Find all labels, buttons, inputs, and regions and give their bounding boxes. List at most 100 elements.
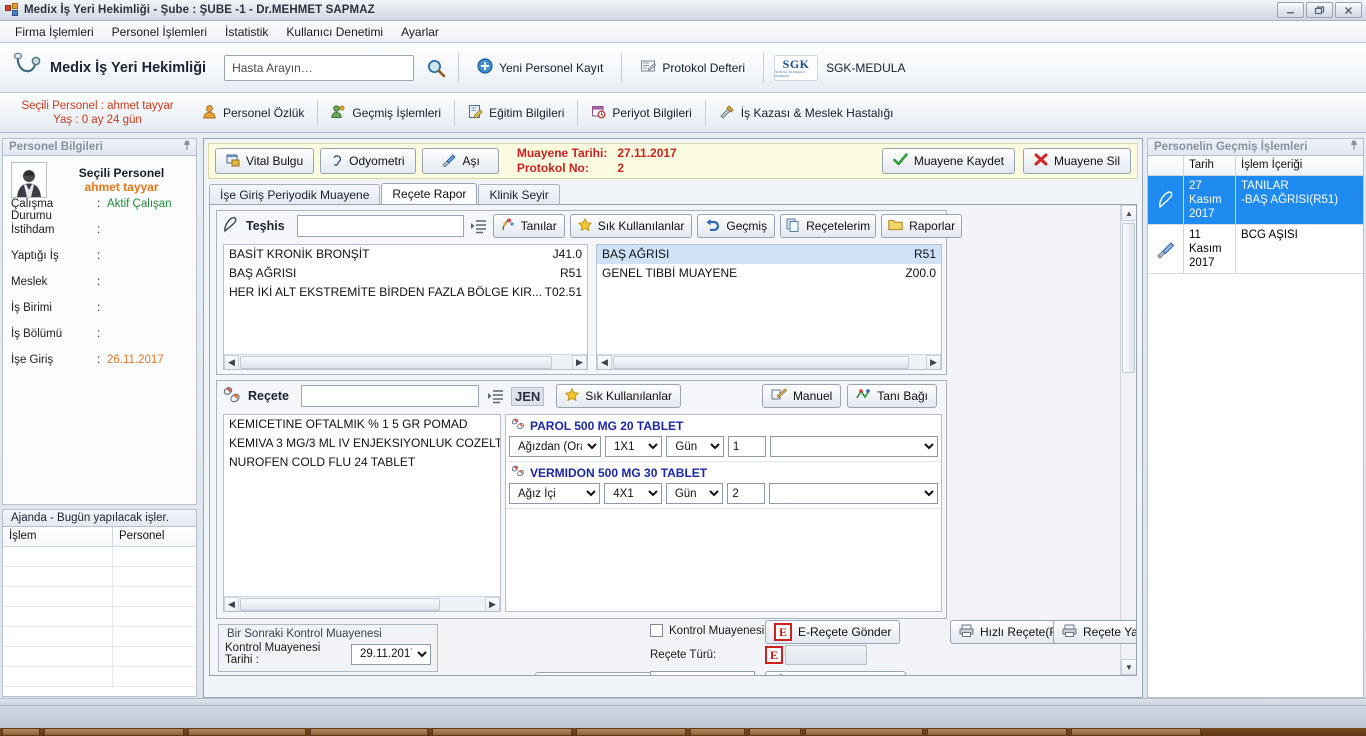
drug-route-select[interactable]: Ağızdan (Oral): [509, 436, 601, 457]
scrollbar-track[interactable]: [612, 355, 926, 369]
scroll-left-icon[interactable]: ◀: [224, 354, 239, 369]
tab-is-kazasi[interactable]: İş Kazası & Meslek Hastalığı: [712, 100, 901, 126]
tabpage-scrollbar[interactable]: ▲ ▼: [1120, 205, 1136, 675]
list-item[interactable]: GENEL TIBBİ MUAYENE Z00.0: [597, 264, 941, 283]
menu-item-istatistik[interactable]: İstatistik: [216, 23, 277, 41]
taskbar-item[interactable]: [690, 728, 745, 736]
table-row[interactable]: [3, 547, 196, 567]
list-item[interactable]: KEMICETINE OFTALMIK % 1 5 GR POMAD: [224, 415, 500, 434]
control-examination-checkbox[interactable]: [650, 624, 663, 637]
taskbar-item[interactable]: [44, 728, 184, 736]
scroll-right-icon[interactable]: ▶: [926, 354, 941, 369]
diagnosis-search-input[interactable]: [296, 215, 464, 237]
taskbar-item[interactable]: [927, 728, 1067, 736]
scroll-right-icon[interactable]: ▶: [485, 596, 500, 611]
vital-bulgu-button[interactable]: Vital Bulgu: [215, 148, 315, 174]
horizontal-scrollbar[interactable]: ◀ ▶: [224, 354, 587, 369]
add-to-agenda-button[interactable]: Ajandaya Ekle: [535, 672, 655, 675]
scroll-left-icon[interactable]: ◀: [597, 354, 612, 369]
drug-frequency-select[interactable]: 1X1: [605, 436, 663, 457]
sgk-medula-button[interactable]: SGK-MEDULA: [818, 57, 913, 79]
list-add-icon[interactable]: [485, 386, 505, 406]
table-row[interactable]: 27 Kasım 2017 TANILAR -BAŞ AĞRISI(R51): [1148, 176, 1363, 225]
table-row[interactable]: [3, 667, 196, 687]
diagnosis-selected-list[interactable]: BAŞ AĞRISI R51 GENEL TIBBİ MUAYENE Z00.0…: [596, 244, 942, 370]
personnel-history-table[interactable]: Tarih İşlem İçeriği 27 Kasım 2017 TANILA…: [1147, 155, 1364, 698]
scrollbar-thumb[interactable]: [240, 355, 552, 369]
new-personnel-button[interactable]: Yeni Personel Kayıt: [469, 54, 611, 81]
list-item[interactable]: BAŞ AĞRISI R51: [224, 264, 587, 283]
odyometri-button[interactable]: Odyometri: [320, 148, 416, 174]
gecmis-button[interactable]: Geçmiş: [697, 214, 776, 238]
list-item[interactable]: BASİT KRONİK BRONŞİT J41.0: [224, 245, 587, 264]
color-prescription-button[interactable]: Renkli Reçete Giriş: [765, 671, 906, 675]
delete-examination-button[interactable]: Muayene Sil: [1022, 148, 1131, 174]
scrollbar-thumb[interactable]: [613, 355, 909, 369]
search-input[interactable]: [224, 54, 415, 81]
taskbar-item[interactable]: [432, 728, 572, 736]
list-item[interactable]: HER İKİ ALT EKSTREMİTE BİRDEN FAZLA BÖLG…: [224, 283, 587, 302]
tab-personel-ozluk[interactable]: Personel Özlük: [195, 100, 311, 126]
taskbar-item[interactable]: [2, 728, 40, 736]
list-add-icon[interactable]: [470, 216, 487, 236]
scroll-up-icon[interactable]: ▲: [1121, 205, 1136, 221]
scroll-left-icon[interactable]: ◀: [224, 596, 239, 611]
scroll-down-icon[interactable]: ▼: [1121, 659, 1136, 675]
table-row[interactable]: [3, 567, 196, 587]
taskbar-item[interactable]: [188, 728, 306, 736]
menu-item-kullanici-denetimi[interactable]: Kullanıcı Denetimi: [277, 23, 392, 41]
drug-note-select[interactable]: [769, 436, 938, 457]
prescription-search-input[interactable]: [301, 385, 479, 407]
table-row[interactable]: [3, 607, 196, 627]
scrollbar-thumb[interactable]: [240, 597, 440, 611]
scrollbar-track[interactable]: [239, 355, 572, 369]
tab-egitim-bilgileri[interactable]: Eğitim Bilgileri: [461, 100, 571, 126]
minimize-button[interactable]: [1277, 2, 1304, 18]
horizontal-scrollbar[interactable]: ◀ ▶: [597, 354, 941, 369]
agenda-table[interactable]: İşlem Personel: [2, 527, 197, 697]
e-prescription-send-button[interactable]: E E-Reçete Gönder: [765, 620, 901, 644]
prescription-type-select[interactable]: Normal: [650, 671, 755, 675]
tab-periyot-bilgileri[interactable]: Periyot Bilgileri: [584, 100, 698, 126]
recetelerim-button[interactable]: Reçetelerim: [780, 214, 877, 238]
menu-item-ayarlar[interactable]: Ayarlar: [392, 23, 448, 41]
scroll-right-icon[interactable]: ▶: [572, 354, 587, 369]
table-row[interactable]: [3, 587, 196, 607]
taskbar-item[interactable]: [1071, 728, 1201, 736]
taskbar-item[interactable]: [576, 728, 686, 736]
list-item[interactable]: BAŞ AĞRISI R51: [597, 245, 941, 264]
taskbar-item[interactable]: [310, 728, 428, 736]
drug-quantity-input[interactable]: [727, 483, 766, 504]
table-row[interactable]: [3, 647, 196, 667]
scrollbar-track[interactable]: [239, 597, 485, 611]
drug-frequency-select[interactable]: 4X1: [604, 483, 662, 504]
drug-quantity-input[interactable]: [727, 436, 766, 457]
maximize-button[interactable]: [1306, 2, 1333, 18]
search-icon[interactable]: [424, 56, 448, 80]
favorites-drug-button[interactable]: Sık Kullanılanlar: [556, 384, 682, 408]
tab-gecmis-islemleri[interactable]: Geçmiş İşlemleri: [324, 100, 448, 126]
pin-icon[interactable]: [182, 140, 192, 154]
taskbar-item[interactable]: [749, 728, 801, 736]
drug-period-select[interactable]: Gün: [665, 483, 724, 504]
diagnosis-available-list[interactable]: BASİT KRONİK BRONŞİT J41.0 BAŞ AĞRISI R5…: [223, 244, 588, 370]
tab-recete-rapor[interactable]: Reçete Rapor: [381, 183, 478, 204]
menu-item-personel-islemleri[interactable]: Personel İşlemleri: [103, 23, 216, 41]
print-prescription-button[interactable]: Reçete Yazdır: [1053, 620, 1136, 644]
list-item[interactable]: NUROFEN COLD FLU 24 TABLET: [224, 453, 500, 472]
drug-route-select[interactable]: Ağız İçi: [509, 483, 601, 504]
pin-icon[interactable]: [1349, 140, 1359, 154]
scrollbar-thumb[interactable]: [1122, 223, 1135, 373]
asi-button[interactable]: Aşı: [421, 148, 499, 174]
raporlar-button[interactable]: Raporlar: [881, 214, 963, 238]
favorites-diagnosis-button[interactable]: Sık Kullanılanlar: [569, 214, 693, 238]
save-examination-button[interactable]: Muayene Kaydet: [881, 148, 1015, 174]
tab-klinik-seyir[interactable]: Klinik Seyir: [478, 184, 560, 204]
tanilar-button[interactable]: Tanılar: [492, 214, 565, 238]
protocol-book-button[interactable]: Protokol Defteri: [632, 54, 753, 81]
jen-badge[interactable]: JEN: [511, 386, 545, 406]
taskbar-item[interactable]: [805, 728, 923, 736]
tab-ise-giris-periyodik-muayene[interactable]: İşe Giriş Periyodik Muayene: [209, 184, 381, 204]
table-row[interactable]: 11 Kasım 2017 BCG AŞISI: [1148, 225, 1363, 274]
drug-search-list[interactable]: KEMICETINE OFTALMIK % 1 5 GR POMAD KEMIV…: [223, 414, 501, 612]
